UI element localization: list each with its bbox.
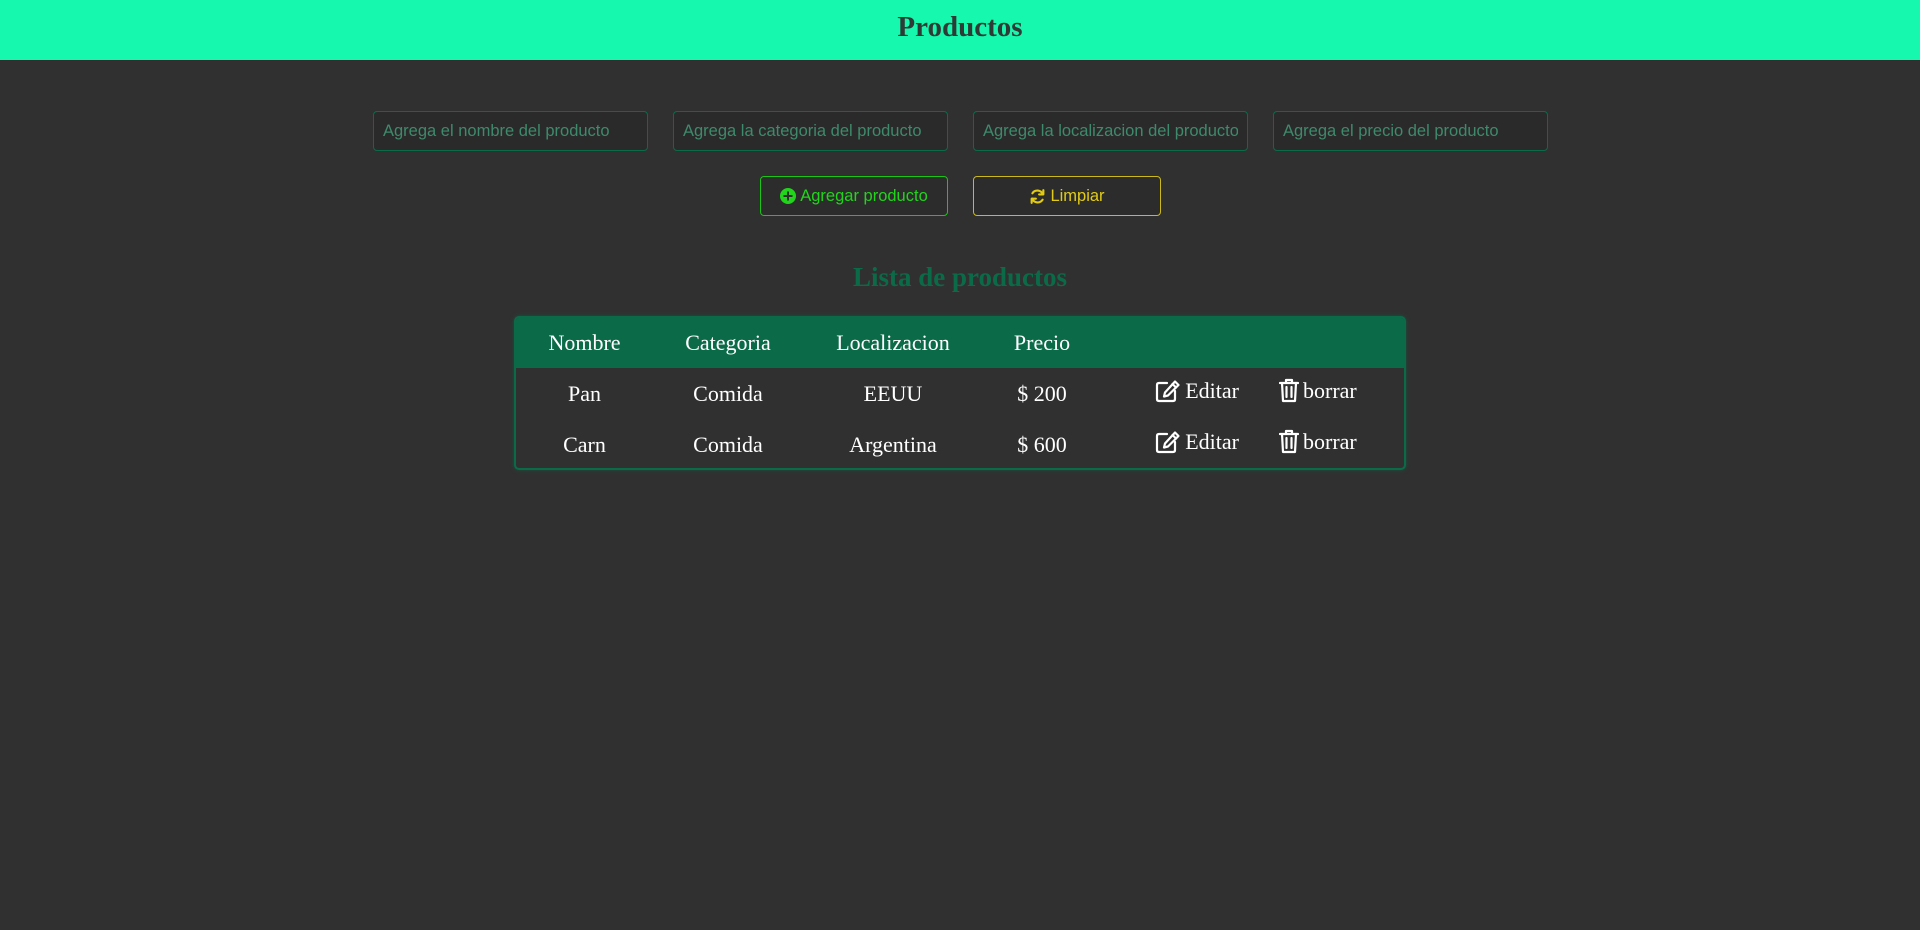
cell-localizacion: Argentina bbox=[849, 431, 937, 457]
product-name-input[interactable] bbox=[373, 111, 648, 151]
cell-categoria: Comida bbox=[693, 380, 763, 406]
product-table: Nombre Categoria Localizacion Precio Pan… bbox=[516, 318, 1404, 468]
cell-nombre: Pan bbox=[568, 380, 601, 406]
product-category-input[interactable] bbox=[673, 111, 948, 151]
table-row: Carn Comida Argentina $ 600 Editar borra… bbox=[516, 419, 1404, 468]
edit-button[interactable]: Editar bbox=[1155, 378, 1239, 404]
delete-label: borrar bbox=[1303, 428, 1357, 454]
page-header: Productos bbox=[0, 0, 1920, 60]
delete-button[interactable]: borrar bbox=[1279, 429, 1357, 455]
column-header-localizacion: Localizacion bbox=[836, 330, 950, 355]
product-price-input[interactable] bbox=[1273, 111, 1548, 151]
product-location-input[interactable] bbox=[973, 111, 1248, 151]
cell-precio: $ 200 bbox=[1017, 380, 1067, 406]
refresh-icon bbox=[1029, 188, 1046, 205]
column-header-categoria: Categoria bbox=[685, 330, 771, 355]
add-product-label: Agregar producto bbox=[800, 186, 928, 205]
cell-delete: borrar bbox=[1251, 419, 1404, 468]
trash-icon bbox=[1279, 429, 1299, 454]
edit-icon bbox=[1155, 379, 1181, 403]
column-header-delete bbox=[1251, 318, 1404, 368]
trash-icon bbox=[1279, 378, 1299, 403]
add-product-button[interactable]: Agregar producto bbox=[760, 176, 948, 216]
delete-button[interactable]: borrar bbox=[1279, 378, 1357, 404]
clear-label: Limpiar bbox=[1050, 186, 1105, 205]
cell-edit: Editar bbox=[1101, 419, 1251, 468]
cell-delete: borrar bbox=[1251, 368, 1404, 419]
column-header-precio: Precio bbox=[1013, 330, 1071, 355]
product-form bbox=[373, 111, 1548, 151]
delete-label: borrar bbox=[1303, 377, 1357, 403]
table-row: Pan Comida EEUU $ 200 Editar borrar bbox=[516, 368, 1404, 419]
cell-precio: $ 600 bbox=[1017, 431, 1067, 457]
clear-button[interactable]: Limpiar bbox=[973, 176, 1161, 216]
cell-categoria: Comida bbox=[693, 431, 763, 457]
edit-label: Editar bbox=[1185, 429, 1239, 454]
column-header-edit bbox=[1101, 318, 1251, 368]
cell-edit: Editar bbox=[1101, 368, 1251, 419]
cell-nombre: Carn bbox=[563, 431, 606, 457]
edit-icon bbox=[1155, 430, 1181, 454]
product-table-container: Nombre Categoria Localizacion Precio Pan… bbox=[514, 316, 1406, 470]
cell-localizacion: EEUU bbox=[863, 380, 923, 406]
product-list-title: Lista de productos bbox=[852, 262, 1068, 292]
edit-label: Editar bbox=[1185, 378, 1239, 403]
table-header-row: Nombre Categoria Localizacion Precio bbox=[516, 318, 1404, 368]
plus-circle-icon bbox=[780, 188, 797, 204]
column-header-nombre: Nombre bbox=[548, 330, 621, 355]
edit-button[interactable]: Editar bbox=[1155, 429, 1239, 455]
page-title: Productos bbox=[897, 10, 1023, 43]
